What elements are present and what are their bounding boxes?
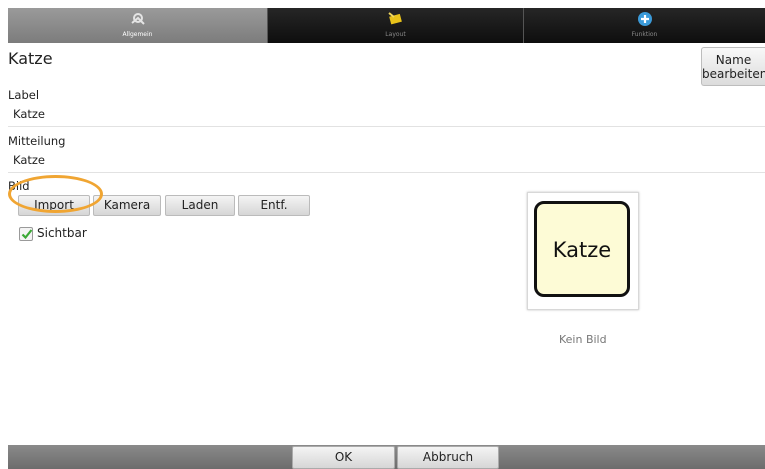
page-title: Katze <box>8 49 53 68</box>
layout-icon <box>387 12 402 25</box>
camera-button[interactable]: Kamera <box>93 195 161 216</box>
tab-bar: Allgemein Layout Funktion <box>8 8 765 43</box>
visible-checkbox[interactable] <box>19 227 33 241</box>
highlight-ring <box>8 175 103 213</box>
add-function-icon <box>637 12 652 26</box>
load-button[interactable]: Laden <box>165 195 235 216</box>
rename-button-line2: bearbeiten <box>702 67 765 81</box>
label-input-value: Katze <box>13 107 46 121</box>
tab-allgemein[interactable]: Allgemein <box>8 8 267 43</box>
tab-label: Funktion <box>631 31 658 38</box>
message-caption: Mitteilung <box>8 134 66 148</box>
tab-label: Layout <box>385 31 406 38</box>
rename-button[interactable]: Name bearbeiten <box>701 47 765 86</box>
visible-label: Sichtbar <box>37 226 87 240</box>
tab-label: Allgemein <box>122 31 153 38</box>
label-input[interactable]: Katze <box>8 104 765 127</box>
rename-button-line1: Name <box>715 53 752 67</box>
message-input-value: Katze <box>13 153 46 167</box>
message-input[interactable]: Katze <box>8 150 765 173</box>
tab-layout[interactable]: Layout <box>267 8 523 43</box>
checkmark-icon <box>21 229 33 240</box>
delete-button[interactable]: Entf. <box>238 195 310 216</box>
no-image-text: Kein Bild <box>559 333 607 346</box>
symbol-preview: Katze <box>527 192 639 310</box>
ok-button[interactable]: OK <box>292 446 395 469</box>
symbol-text: Katze <box>552 238 612 262</box>
cancel-button[interactable]: Abbruch <box>397 446 499 469</box>
symbol-cell: Katze <box>534 201 630 297</box>
label-caption: Label <box>8 88 40 102</box>
settings-icon <box>130 13 145 25</box>
bottom-bar: OK Abbruch <box>8 445 765 469</box>
tab-funktion[interactable]: Funktion <box>523 8 765 43</box>
